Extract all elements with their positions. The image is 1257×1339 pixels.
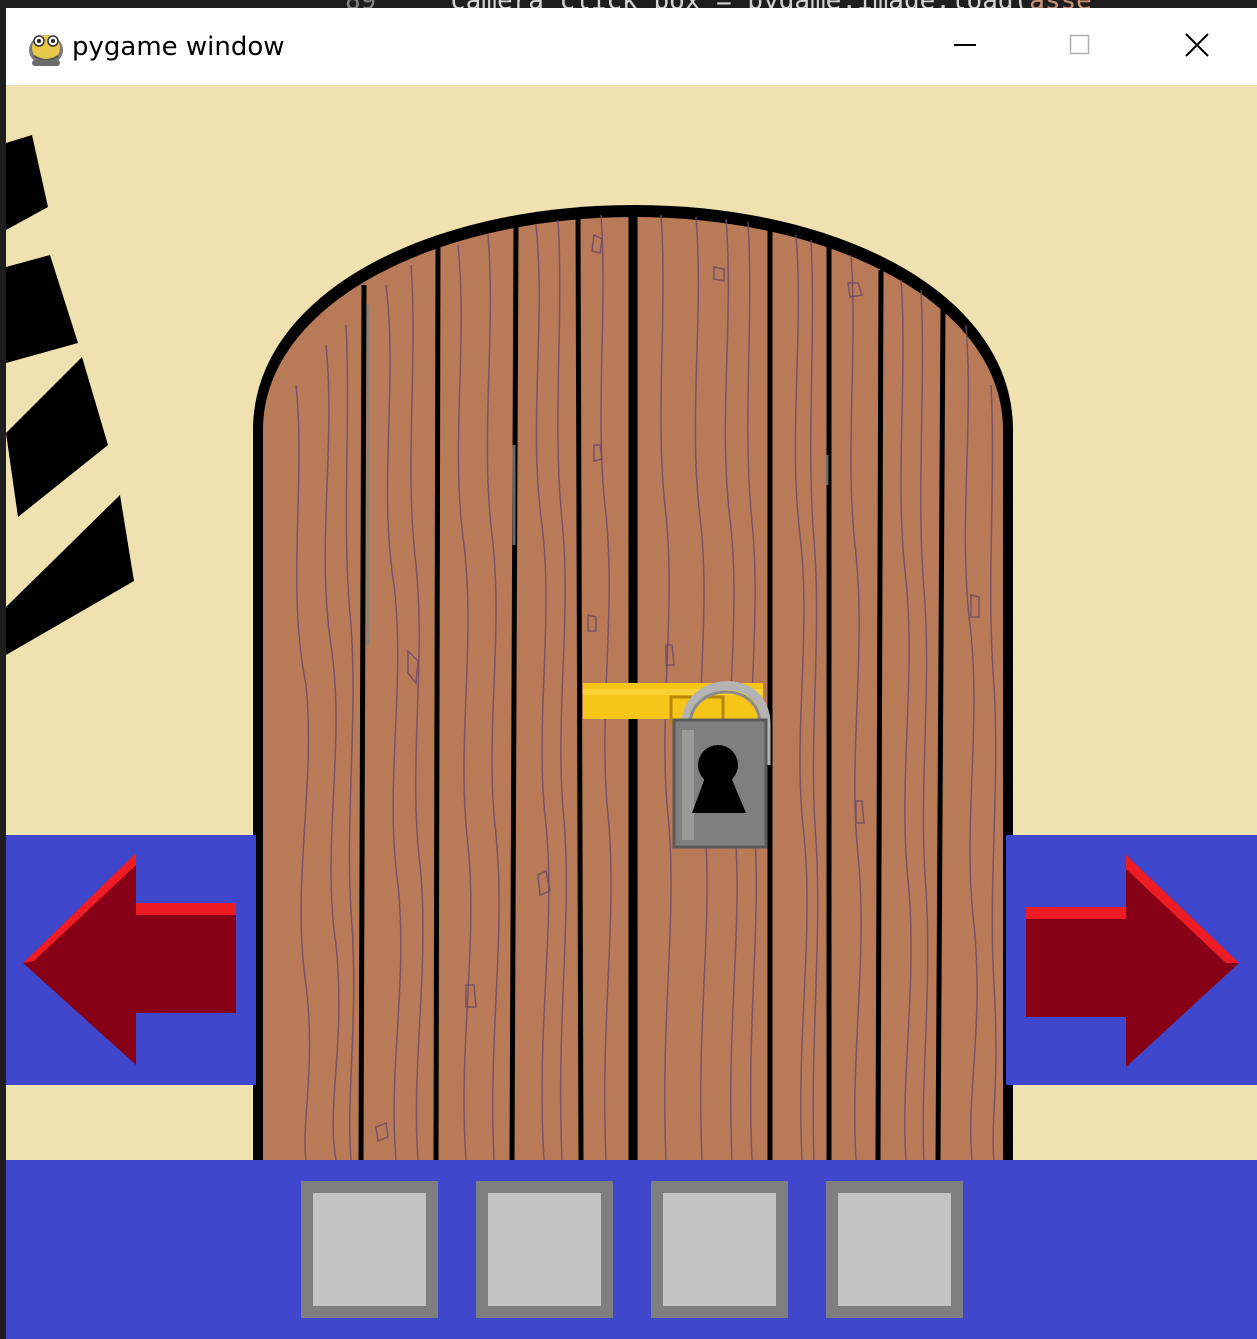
padlock-clickable[interactable]: [581, 675, 771, 855]
minimize-button[interactable]: [906, 8, 1022, 85]
title-bar[interactable]: pygame window: [6, 8, 1257, 85]
left-arrow-icon: [6, 835, 256, 1085]
right-arrow-icon: [1006, 835, 1257, 1085]
pygame-snake-icon: [29, 35, 63, 66]
maximize-button[interactable]: [1022, 8, 1138, 85]
game-canvas[interactable]: [6, 85, 1257, 1339]
inventory-slot-3[interactable]: [651, 1181, 788, 1318]
maximize-icon: [1069, 34, 1090, 55]
striped-pole: [6, 135, 134, 655]
nav-left-button[interactable]: [6, 835, 256, 1085]
inventory-slot-1[interactable]: [301, 1181, 438, 1318]
inventory-slot-4[interactable]: [826, 1181, 963, 1318]
nav-right-button[interactable]: [1006, 835, 1257, 1085]
inventory-slot-2[interactable]: [476, 1181, 613, 1318]
minimize-icon: [954, 44, 976, 46]
close-icon: [1185, 33, 1209, 57]
inventory-bar: [6, 1160, 1257, 1339]
window-title: pygame window: [72, 32, 285, 62]
pygame-window: pygame window: [6, 8, 1257, 1339]
close-button[interactable]: [1138, 8, 1257, 85]
